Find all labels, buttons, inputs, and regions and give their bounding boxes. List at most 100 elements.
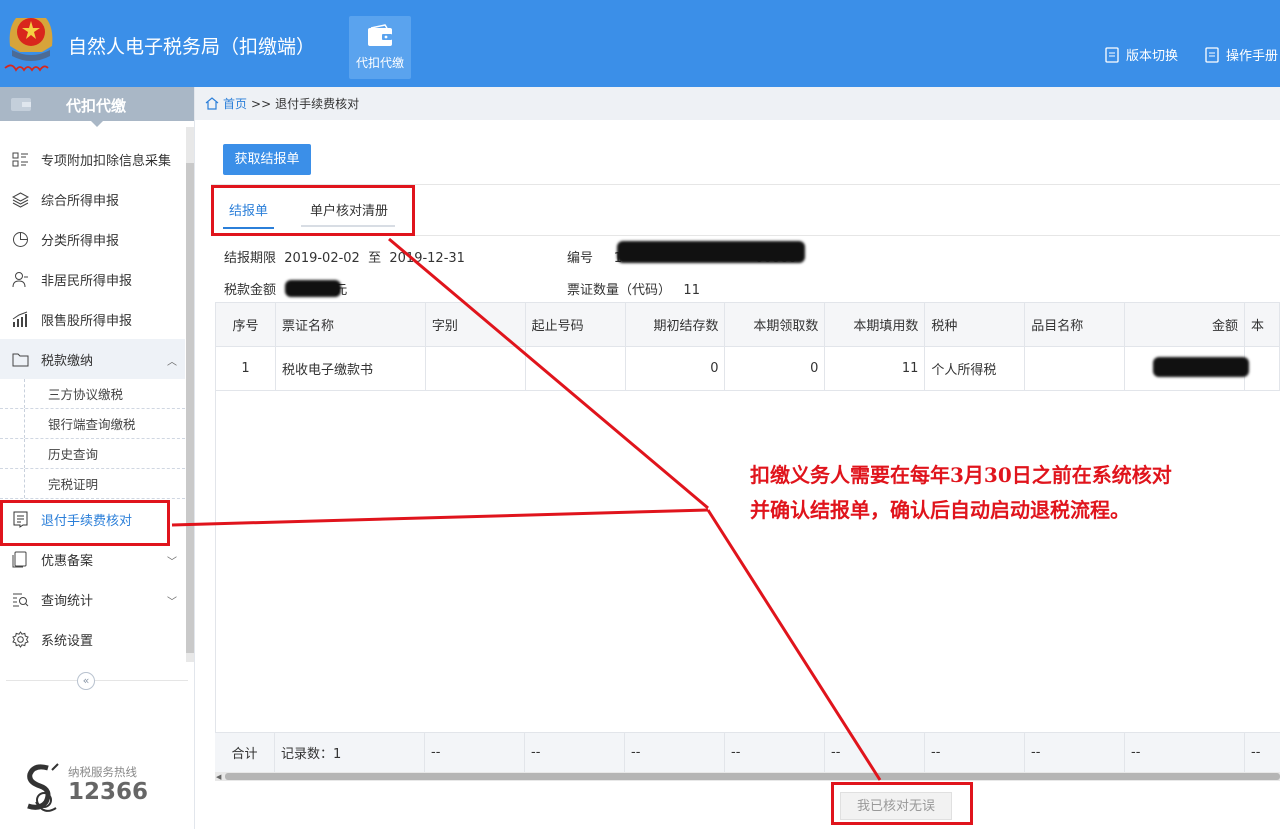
sidebar-subitem[interactable]: 银行端查询缴税 [0, 409, 185, 439]
redacted-amount-cell [1153, 357, 1249, 377]
sidebar-item-label: 查询统计 [41, 593, 94, 609]
version-switch-link[interactable]: 版本切换 [1104, 45, 1178, 64]
document-icon [1205, 46, 1219, 63]
sidebar-title: 代扣代缴 [66, 97, 127, 115]
footer-cell: -- [625, 733, 725, 772]
column-header: 本 [1243, 302, 1280, 347]
footer-cell: -- [725, 733, 825, 772]
highlight-box-tabs [211, 185, 415, 236]
manual-label: 操作手册 [1226, 49, 1279, 64]
report-table: 序号 票证名称 字别 起止号码 期初结存数 本期领取数 本期填用数 税种 品目名… [215, 302, 1280, 391]
sidebar-subitem[interactable]: 历史查询 [0, 439, 185, 469]
sidebar-item-label: 分类所得申报 [41, 233, 120, 249]
sidebar-header-pointer [90, 120, 104, 127]
scroll-left-icon[interactable]: ◀ [216, 773, 221, 781]
breadcrumb-home-link[interactable]: 首页 [223, 95, 247, 112]
sidebar: 代扣代缴 专项附加扣除信息采集 综合所得申报 分类所得申报 非居民所得申报 限售… [0, 87, 195, 829]
folder-icon [12, 353, 29, 366]
topnav-withholding[interactable]: 代扣代缴 [349, 16, 411, 79]
manual-link[interactable]: 操作手册 [1204, 45, 1278, 64]
sidebar-item-comprehensive-income[interactable]: 综合所得申报 [0, 179, 185, 219]
wallet-icon [11, 98, 31, 111]
period-end: 2019-12-31 [389, 251, 465, 266]
horizontal-scrollbar[interactable]: ◀ [215, 772, 1280, 781]
column-header: 税种 [924, 302, 1026, 347]
column-header: 本期领取数 [724, 302, 826, 347]
table-cell [424, 346, 526, 391]
sidebar-item-special-deduction[interactable]: 专项附加扣除信息采集 [0, 139, 185, 179]
sidebar-item-classified-income[interactable]: 分类所得申报 [0, 219, 185, 259]
app-title: 自然人电子税务局（扣缴端） [68, 36, 316, 58]
footer-cell: -- [1125, 733, 1245, 772]
subitem-label: 三方协议缴税 [48, 387, 124, 402]
column-header: 品目名称 [1024, 302, 1126, 347]
table-cell: 0 [724, 346, 826, 391]
sidebar-item-label: 非居民所得申报 [41, 273, 133, 289]
fetch-report-button[interactable]: 获取结报单 [223, 144, 311, 175]
breadcrumb-separator: >> [251, 96, 272, 111]
sidebar-scrollbar[interactable] [186, 127, 194, 662]
period-to: 至 [368, 251, 382, 266]
layers-icon [12, 191, 29, 208]
chevron-down-icon: ﹀ [167, 597, 177, 608]
table-cell [1024, 346, 1126, 391]
period-field: 结报期限 2019-02-02 至 2019-12-31 [224, 247, 465, 266]
number-label: 编号 [567, 251, 594, 266]
redacted-amount [285, 280, 341, 297]
period-label: 结报期限 [224, 251, 277, 266]
wallet-icon [368, 24, 392, 46]
copy-icon [12, 551, 27, 567]
sidebar-menu: 专项附加扣除信息采集 综合所得申报 分类所得申报 非居民所得申报 限售股所得申报… [0, 139, 185, 659]
breadcrumb-current: 退付手续费核对 [275, 97, 360, 111]
breadcrumb: 首页 >> 退付手续费核对 [195, 87, 1280, 120]
sidebar-item-label: 专项附加扣除信息采集 [41, 153, 172, 169]
table-cell [524, 346, 626, 391]
bar-chart-icon [12, 311, 28, 327]
sidebar-item-label: 系统设置 [41, 633, 94, 649]
gear-icon [12, 630, 29, 648]
table-row[interactable]: 1 税收电子缴款书 0 0 11 个人所得税 [215, 346, 1280, 391]
table-header-row: 序号 票证名称 字别 起止号码 期初结存数 本期领取数 本期填用数 税种 品目名… [215, 302, 1280, 347]
voucher-label: 票证数量（代码） [567, 283, 672, 298]
table-cell: 税收电子缴款书 [274, 346, 426, 391]
footer-cell: 合计 [215, 733, 275, 772]
table-cell: 1 [215, 346, 276, 391]
top-header: 自然人电子税务局（扣缴端） 代扣代缴 版本切换 操作手册 [0, 0, 1280, 87]
column-header: 字别 [424, 302, 526, 347]
highlight-box-confirm [831, 782, 973, 825]
sidebar-item-system-settings[interactable]: 系统设置 [0, 619, 185, 659]
subitem-label: 银行端查询缴税 [48, 417, 136, 432]
column-header: 序号 [215, 302, 276, 347]
footer-cell: -- [925, 733, 1025, 772]
hotline-logo-icon [27, 763, 59, 812]
person-icon [12, 271, 28, 287]
scrollbar-thumb[interactable] [225, 773, 1280, 780]
sidebar-item-nonresident-income[interactable]: 非居民所得申报 [0, 259, 185, 299]
chevron-up-icon: ︿ [167, 357, 177, 368]
subitem-label: 完税证明 [48, 477, 99, 492]
divider [6, 680, 188, 681]
document-icon [1105, 46, 1119, 63]
hotline-block: 纳税服务热线 12366 [22, 762, 182, 822]
sidebar-item-label: 限售股所得申报 [41, 313, 133, 329]
sidebar-subitem[interactable]: 三方协议缴税 [0, 379, 185, 409]
footer-cell: -- [825, 733, 925, 772]
scrollbar-thumb[interactable] [186, 163, 194, 653]
footer-cell: 记录数：1 [275, 733, 425, 772]
sidebar-header: 代扣代缴 [0, 87, 194, 121]
hotline-number: 12366 [68, 779, 149, 805]
sidebar-item-label: 优惠备案 [41, 553, 94, 569]
sidebar-item-label: 税款缴纳 [41, 353, 94, 369]
column-header: 期初结存数 [624, 302, 726, 347]
sidebar-subitem[interactable]: 完税证明 [0, 469, 185, 499]
tax-logo [2, 6, 60, 78]
sidebar-item-query-stats[interactable]: 查询统计 ﹀ [0, 579, 185, 619]
table-cell: 个人所得税 [924, 346, 1026, 391]
column-header: 本期填用数 [824, 302, 926, 347]
topnav-label: 代扣代缴 [355, 56, 404, 70]
sidebar-item-label: 综合所得申报 [41, 193, 120, 209]
search-list-icon [13, 593, 29, 606]
sidebar-item-restricted-stock[interactable]: 限售股所得申报 [0, 299, 185, 339]
sidebar-item-tax-payment[interactable]: 税款缴纳 ︿ [0, 339, 185, 379]
sidebar-collapse-button[interactable]: « [77, 672, 95, 690]
